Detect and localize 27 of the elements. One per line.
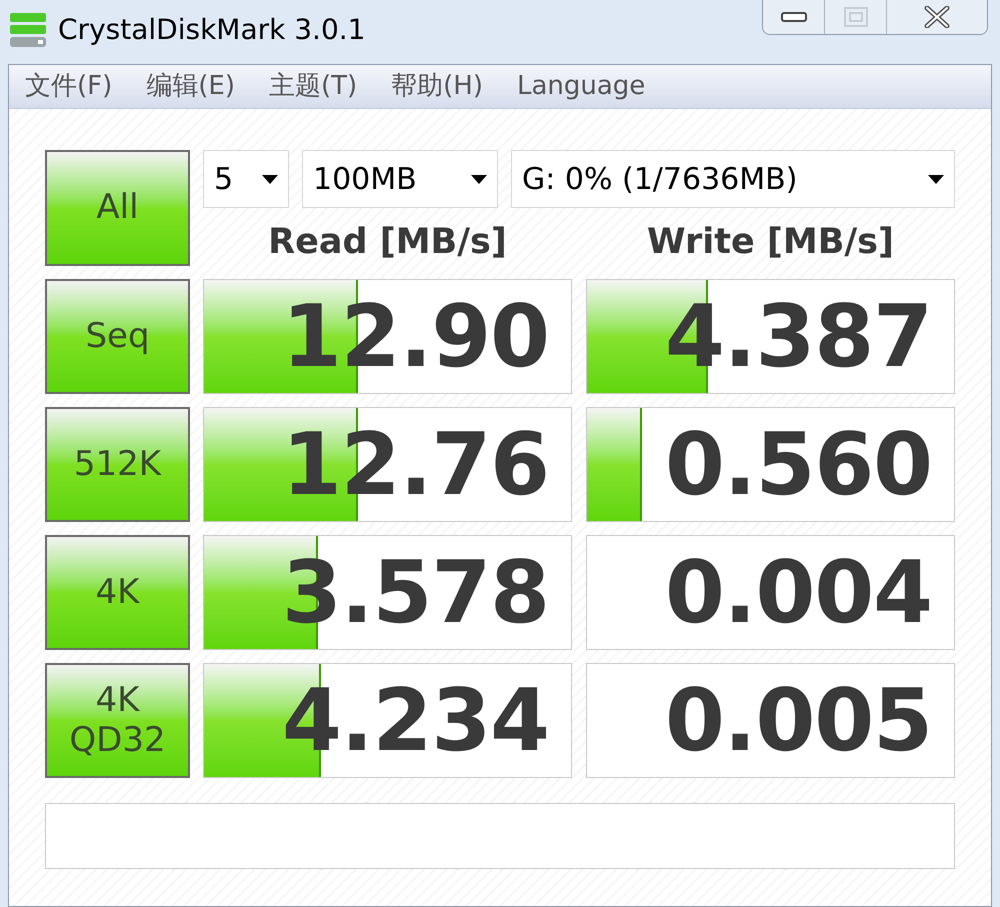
- menu-item[interactable]: 主题(T): [268, 67, 358, 106]
- result-value: 0.005: [664, 678, 932, 764]
- result-value: 0.004: [664, 550, 932, 636]
- disk-icon: [8, 11, 48, 49]
- column-header: Read [MB/s]: [267, 221, 508, 264]
- result-value: 0.560: [664, 422, 932, 508]
- caret-icon: [471, 174, 487, 184]
- test-button[interactable]: All: [45, 150, 190, 266]
- test-button[interactable]: 512K: [45, 407, 190, 522]
- caret-icon: [928, 174, 944, 184]
- menu-item[interactable]: 帮助(H): [391, 67, 483, 106]
- minimize-icon: [780, 12, 806, 22]
- test-button[interactable]: Seq: [45, 279, 190, 394]
- dropdown[interactable]: 5: [203, 150, 289, 208]
- test-button[interactable]: 4K QD32: [45, 663, 190, 778]
- close-button[interactable]: [887, 0, 987, 34]
- window-title: CrystalDiskMark 3.0.1: [58, 12, 366, 48]
- close-icon: [924, 6, 950, 28]
- dropdown[interactable]: 100MB: [302, 150, 498, 208]
- test-button[interactable]: 4K: [45, 535, 190, 650]
- minimize-button[interactable]: [763, 0, 825, 34]
- column-header: Write [MB/s]: [646, 221, 896, 264]
- menu-item[interactable]: 文件(F): [25, 67, 112, 106]
- menu-item[interactable]: 编辑(E): [146, 67, 235, 106]
- caret-icon: [262, 174, 278, 184]
- menu-item[interactable]: Language: [516, 67, 646, 106]
- dropdown[interactable]: G: 0% (1/7636MB): [511, 150, 955, 208]
